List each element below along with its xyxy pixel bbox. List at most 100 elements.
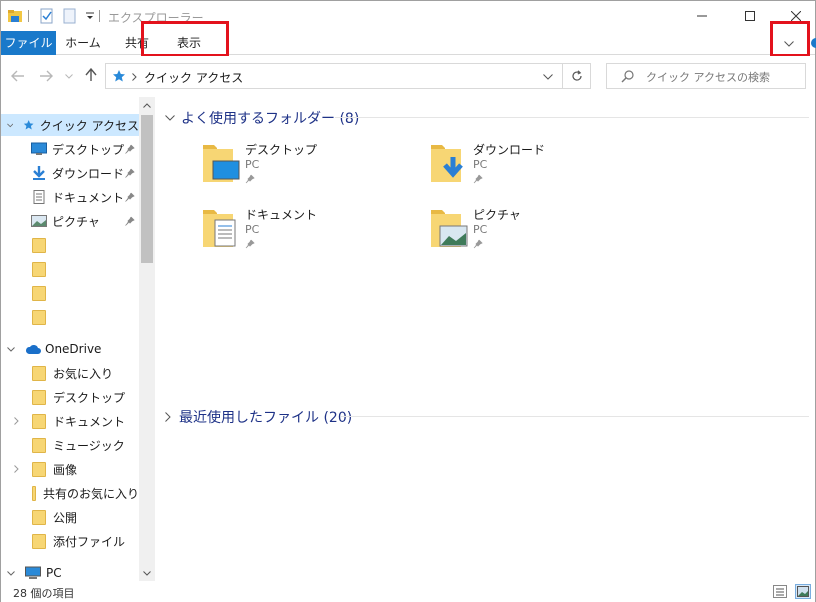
folder-icon <box>32 261 46 277</box>
sidebar-item-onedrive-folder[interactable]: 公開 <box>1 506 139 528</box>
new-folder-icon[interactable] <box>62 8 78 24</box>
recent-locations-chevron-icon[interactable] <box>65 74 73 79</box>
maximize-button[interactable] <box>727 1 773 31</box>
tile-name: ドキュメント <box>245 208 318 222</box>
folder-icon <box>32 237 46 253</box>
recent-files-header[interactable]: 最近使用したファイル (20) <box>165 407 352 427</box>
sidebar-item-label: デスクトップ <box>52 142 125 157</box>
minimize-icon <box>697 15 707 17</box>
tab-home[interactable]: ホーム <box>63 31 103 55</box>
expand-ribbon-highlight <box>770 21 810 57</box>
title-separator <box>99 10 100 22</box>
folder-tile-pictures[interactable]: ピクチャ PC <box>429 206 649 262</box>
document-icon <box>33 190 45 204</box>
customize-toolbar-icon[interactable] <box>82 8 98 24</box>
tile-location: PC <box>473 223 488 236</box>
expand-chevron-icon[interactable] <box>7 570 15 576</box>
sidebar-item-folder[interactable] <box>1 282 139 304</box>
folder-icon <box>32 509 46 525</box>
sidebar-item-pc[interactable]: PC <box>1 562 139 581</box>
forward-arrow-icon[interactable] <box>39 70 53 82</box>
pin-icon <box>245 239 255 249</box>
sidebar-item-quick-access[interactable]: クイック アクセス <box>1 114 139 136</box>
star-icon <box>113 70 125 82</box>
sidebar-item-onedrive[interactable]: OneDrive <box>1 338 139 360</box>
sidebar-item-onedrive-folder[interactable]: ミュージック <box>1 434 139 456</box>
breadcrumb: クイック アクセス <box>144 71 244 85</box>
scroll-down-icon[interactable] <box>143 571 151 576</box>
tile-location: PC <box>245 158 260 171</box>
pin-icon[interactable] <box>125 192 135 202</box>
expand-chevron-right-icon <box>165 412 171 422</box>
sidebar-item-label: デスクトップ <box>53 390 126 405</box>
sidebar-item-documents[interactable]: ドキュメント <box>1 186 139 208</box>
sidebar-item-onedrive-folder[interactable]: お気に入り <box>1 362 139 384</box>
expand-chevron-right-icon[interactable] <box>14 417 19 425</box>
sidebar-item-label: クイック アクセス <box>39 118 139 133</box>
address-bar[interactable]: クイック アクセス <box>105 63 563 89</box>
title-bar: エクスプローラー <box>1 1 815 31</box>
folder-icon <box>32 485 36 501</box>
large-icons-view-icon <box>797 586 809 597</box>
sidebar-item-label: ドキュメント <box>52 190 125 205</box>
details-view-button[interactable] <box>773 585 787 598</box>
folder-icon <box>32 533 46 549</box>
file-explorer-icon <box>8 10 22 22</box>
help-icon[interactable] <box>811 38 816 48</box>
sidebar-item-label: 添付ファイル <box>53 534 126 549</box>
sidebar-item-label: ミュージック <box>53 438 125 453</box>
sidebar-item-folder[interactable] <box>1 234 139 256</box>
minimize-button[interactable] <box>679 1 725 31</box>
pin-icon <box>245 174 255 184</box>
sidebar-scrollbar[interactable] <box>139 97 155 581</box>
sidebar-item-label: お気に入り <box>53 366 114 381</box>
pictures-folder-icon <box>431 210 468 247</box>
sidebar-item-folder[interactable] <box>1 258 139 280</box>
frequent-folders-header[interactable]: よく使用するフォルダー (8) <box>165 108 359 128</box>
pin-icon[interactable] <box>125 216 135 226</box>
tab-file[interactable]: ファイル <box>1 31 56 55</box>
sidebar-item-label: OneDrive <box>45 342 102 356</box>
status-bar: 28 個の項目 <box>1 581 815 602</box>
properties-icon[interactable] <box>39 8 55 24</box>
sidebar-item-label: ダウンロード <box>52 166 125 181</box>
back-arrow-icon[interactable] <box>11 70 25 82</box>
scroll-thumb[interactable] <box>141 115 153 263</box>
address-history-chevron-icon[interactable] <box>543 74 553 80</box>
pin-icon[interactable] <box>125 144 135 154</box>
sidebar-item-onedrive-folder[interactable]: 画像 <box>1 458 139 480</box>
search-box[interactable]: クイック アクセスの検索 <box>606 63 806 89</box>
scroll-up-icon[interactable] <box>143 103 151 108</box>
folder-icon <box>32 389 46 405</box>
group-title: 最近使用したファイル (20) <box>179 410 353 426</box>
folder-icon <box>32 309 46 325</box>
sidebar-item-folder[interactable] <box>1 306 139 328</box>
search-icon <box>621 70 634 83</box>
folder-tile-desktop[interactable]: デスクトップ PC <box>201 141 421 197</box>
documents-folder-icon <box>203 210 236 247</box>
sidebar-item-onedrive-folder[interactable]: デスクトップ <box>1 386 139 408</box>
refresh-button[interactable] <box>563 63 591 89</box>
up-arrow-icon[interactable] <box>85 68 97 82</box>
expand-chevron-icon[interactable] <box>7 346 15 352</box>
sidebar-item-label: ピクチャ <box>52 214 100 229</box>
sidebar-item-pictures[interactable]: ピクチャ <box>1 210 139 232</box>
navigation-bar: クイック アクセス クイック アクセスの検索 <box>1 56 815 96</box>
sidebar-item-desktop[interactable]: デスクトップ <box>1 138 139 160</box>
download-arrow-icon <box>33 166 45 180</box>
sidebar-item-onedrive-folder[interactable]: 共有のお気に入り <box>1 482 139 504</box>
folder-tile-documents[interactable]: ドキュメント PC <box>201 206 421 262</box>
folder-tile-downloads[interactable]: ダウンロード PC <box>429 141 649 197</box>
sidebar-item-onedrive-folder[interactable]: 添付ファイル <box>1 530 139 552</box>
pin-icon[interactable] <box>125 168 135 178</box>
sidebar-item-downloads[interactable]: ダウンロード <box>1 162 139 184</box>
tile-location: PC <box>473 158 488 171</box>
sidebar-item-onedrive-folder[interactable]: ドキュメント <box>1 410 139 432</box>
ribbon-tabs: ファイル ホーム 共有 表示 <box>1 21 816 57</box>
large-icons-view-button[interactable] <box>795 584 811 599</box>
tile-name: ピクチャ <box>473 208 521 222</box>
expand-chevron-icon[interactable] <box>7 123 14 128</box>
expand-chevron-right-icon[interactable] <box>14 465 19 473</box>
sidebar-item-label: PC <box>46 566 62 580</box>
sidebar-item-label: 共有のお気に入り <box>42 486 139 501</box>
